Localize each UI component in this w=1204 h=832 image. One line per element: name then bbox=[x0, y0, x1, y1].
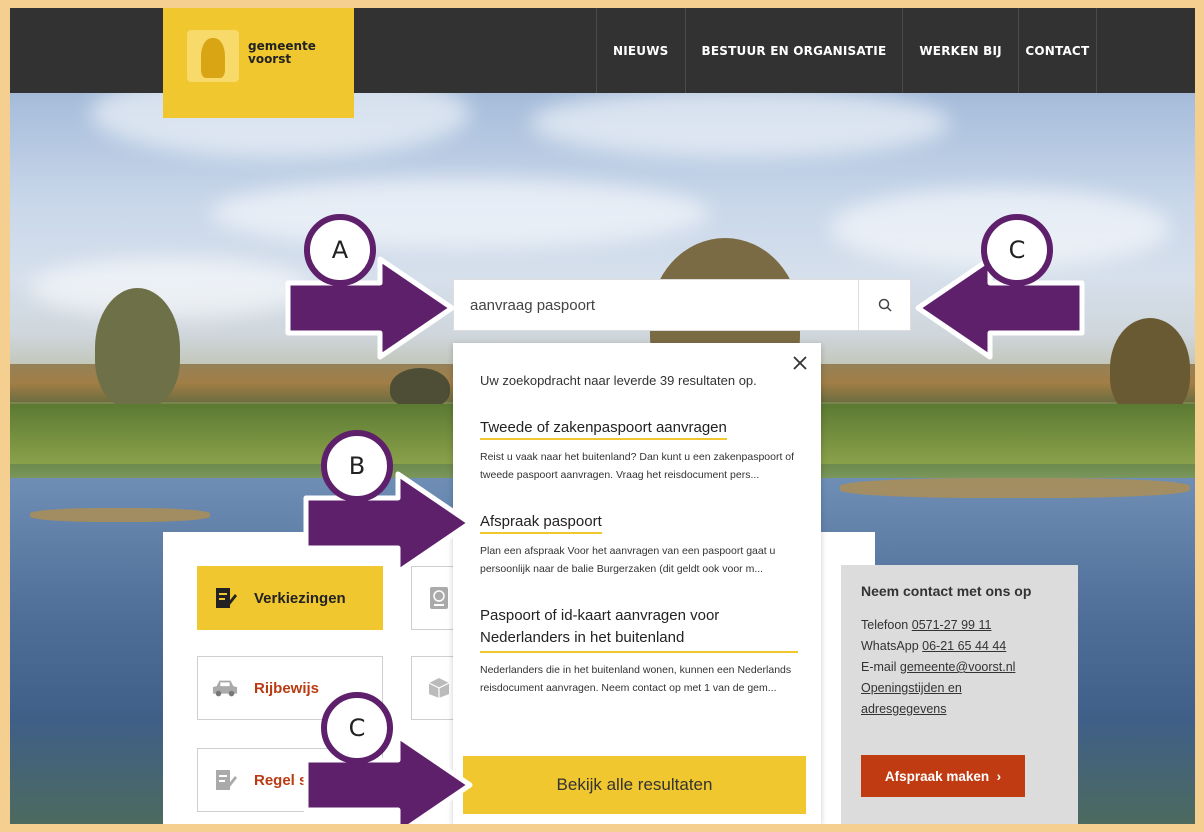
search-result[interactable]: Paspoort of id-kaart aanvragen voor Nede… bbox=[480, 605, 798, 697]
annotation-badge-b: B bbox=[321, 430, 393, 502]
main-nav: NIEUWS BESTUUR EN ORGANISATIE WERKEN BIJ… bbox=[596, 8, 1097, 93]
view-all-results-button[interactable]: Bekijk alle resultaten bbox=[463, 756, 806, 814]
passport-icon bbox=[426, 585, 452, 611]
annotation-badge-a: A bbox=[304, 214, 376, 286]
vote-icon bbox=[212, 585, 238, 611]
close-icon[interactable] bbox=[791, 355, 809, 373]
contact-heading: Neem contact met ons op bbox=[861, 583, 1032, 599]
nav-item-werken-bij[interactable]: WERKEN BIJ bbox=[903, 8, 1019, 93]
annotation-badge-c-bottom: C bbox=[321, 692, 393, 764]
annotation-badge-c-top: C bbox=[981, 214, 1053, 286]
phone-link[interactable]: 0571-27 99 11 bbox=[912, 618, 992, 632]
document-icon bbox=[212, 767, 238, 793]
contact-whatsapp-line: WhatsApp 06-21 65 44 44 bbox=[861, 639, 1007, 653]
results-count: Uw zoekopdracht naar leverde 39 resultat… bbox=[480, 373, 757, 388]
result-description: Plan een afspraak Voor het aanvragen van… bbox=[480, 545, 776, 575]
logo-emblem-icon bbox=[187, 30, 239, 82]
logo-text: gemeente voorst bbox=[248, 39, 316, 66]
appointment-button-label: Afspraak maken bbox=[884, 768, 990, 784]
search-result[interactable]: Afspraak paspoort Plan een afspraak Voor… bbox=[480, 513, 798, 578]
site-logo[interactable]: gemeente voorst bbox=[163, 8, 354, 118]
tile-label: Verkiezingen bbox=[254, 589, 346, 607]
box-icon bbox=[426, 675, 452, 701]
nav-item-nieuws[interactable]: NIEUWS bbox=[597, 8, 686, 93]
result-description: Reist u vaak naar het buitenland? Dan ku… bbox=[480, 451, 795, 481]
search-icon bbox=[878, 298, 892, 312]
result-title[interactable]: Paspoort of id-kaart aanvragen voor Nede… bbox=[480, 605, 798, 653]
appointment-button[interactable]: Afspraak maken › bbox=[861, 755, 1025, 797]
tile-label: Rijbewijs bbox=[254, 679, 320, 697]
nav-item-contact[interactable]: CONTACT bbox=[1019, 8, 1097, 93]
contact-card: Neem contact met ons op Telefoon 0571-27… bbox=[841, 565, 1078, 824]
search-button[interactable] bbox=[858, 280, 910, 330]
whatsapp-link[interactable]: 06-21 65 44 44 bbox=[922, 639, 1006, 653]
search-result[interactable]: Tweede of zakenpaspoort aanvragen Reist … bbox=[480, 419, 798, 484]
contact-email-line: E-mail gemeente@voorst.nl bbox=[861, 660, 1016, 674]
chevron-right-icon: › bbox=[996, 768, 1002, 784]
email-link[interactable]: gemeente@voorst.nl bbox=[900, 660, 1016, 674]
nav-item-bestuur[interactable]: BESTUUR EN ORGANISATIE bbox=[686, 8, 904, 93]
result-title[interactable]: Afspraak paspoort bbox=[480, 513, 602, 534]
screenshot-frame: NIEUWS BESTUUR EN ORGANISATIE WERKEN BIJ… bbox=[10, 8, 1195, 824]
result-title[interactable]: Tweede of zakenpaspoort aanvragen bbox=[480, 419, 727, 440]
search-results-dropdown: Uw zoekopdracht naar leverde 39 resultat… bbox=[453, 343, 821, 824]
search-bar bbox=[453, 279, 911, 331]
search-input[interactable] bbox=[454, 280, 858, 330]
opening-hours-link[interactable]: Openingstijden en adresgegevens bbox=[861, 678, 1058, 720]
contact-phone-line: Telefoon 0571-27 99 11 bbox=[861, 618, 992, 632]
result-description: Nederlanders die in het buitenland wonen… bbox=[480, 664, 792, 694]
car-icon bbox=[212, 675, 238, 701]
annotation-arrow-b bbox=[303, 471, 473, 575]
